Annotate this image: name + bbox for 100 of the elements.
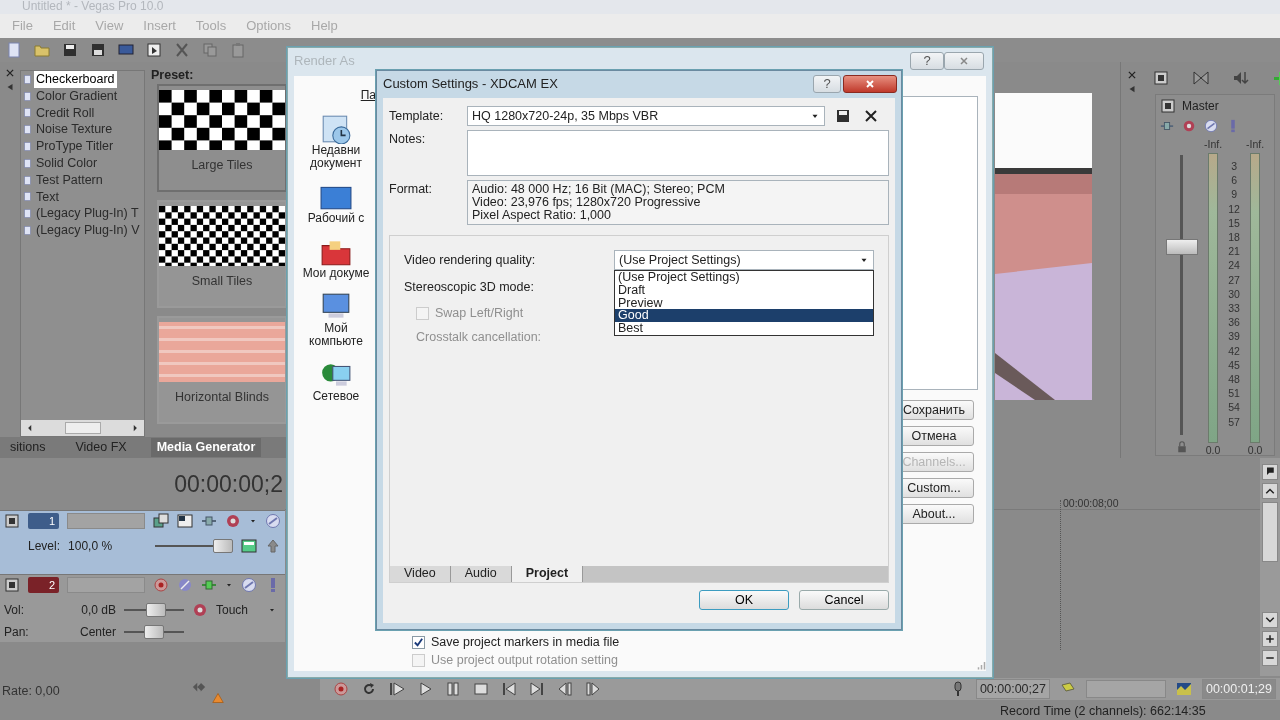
lock-icon[interactable] (1176, 441, 1188, 453)
slider-thumb[interactable] (213, 539, 233, 553)
fader-handle[interactable] (1166, 239, 1198, 256)
dock-tab[interactable]: Video FX (69, 438, 133, 457)
track-value: 100,0 % (68, 538, 114, 555)
help-button[interactable]: ? (813, 74, 841, 93)
track-menu-icon[interactable] (4, 513, 20, 529)
generator-item[interactable]: Solid Color (21, 155, 144, 172)
preset-label: Large Tiles (191, 157, 253, 174)
new-file-icon[interactable] (6, 42, 22, 58)
dock-tab[interactable]: sitions (4, 438, 52, 457)
go-to-end-icon[interactable] (528, 681, 546, 697)
dropdown-option[interactable]: Preview (615, 296, 873, 310)
speaker-icon[interactable] (1233, 70, 1249, 86)
generator-item[interactable]: Text (21, 188, 144, 206)
generator-item[interactable]: (Legacy Plug-In) T (21, 205, 144, 223)
record-icon[interactable] (153, 577, 169, 593)
slider-track[interactable] (154, 539, 233, 553)
go-to-start-icon[interactable] (500, 681, 518, 697)
plug-icon[interactable] (201, 513, 217, 529)
track-name-field[interactable] (67, 577, 145, 593)
layers-icon[interactable] (153, 513, 169, 529)
plug-icon[interactable] (1160, 119, 1174, 133)
phase-icon[interactable] (177, 577, 193, 593)
gear-icon[interactable] (192, 602, 208, 618)
meter-reading: 0.0 (1247, 442, 1263, 458)
record-icon[interactable] (332, 681, 350, 697)
track-name-field[interactable] (67, 513, 145, 529)
template-dropdown[interactable]: HQ 1280x720-24p, 35 Mbps VBR (467, 106, 825, 126)
notes-field[interactable] (467, 130, 889, 176)
slider-thumb[interactable] (146, 603, 166, 617)
horizontal-scrollbar[interactable] (21, 420, 144, 436)
scale-label: 48 (1227, 372, 1241, 387)
dropdown-option[interactable]: Best (615, 322, 873, 335)
dropdown-option[interactable]: Draft (615, 283, 873, 297)
preset-label: Preset: (151, 67, 195, 84)
save-icon[interactable] (62, 42, 78, 58)
bus-icon[interactable] (1160, 98, 1176, 114)
dock-tab[interactable]: Media Generator (150, 438, 262, 457)
tab[interactable]: Project (511, 566, 584, 582)
preset-card[interactable]: Horizontal Blinds (157, 316, 287, 424)
scroll-thumb[interactable] (1262, 502, 1278, 562)
bypass-icon[interactable] (265, 513, 281, 529)
render-icon[interactable] (118, 42, 134, 58)
preset-card[interactable]: Small Tiles (157, 200, 287, 308)
generator-item[interactable]: Color Gradient (21, 87, 144, 105)
help-button[interactable]: ? (910, 51, 944, 70)
slider-track[interactable] (124, 603, 184, 617)
mixer-icon[interactable] (1153, 70, 1169, 86)
next-frame-icon[interactable] (584, 681, 602, 697)
close-icon[interactable] (5, 68, 15, 78)
dropdown-option[interactable]: (Use Project Settings) (615, 271, 873, 284)
pause-icon[interactable] (444, 681, 462, 697)
dropdown-option[interactable]: Good (615, 309, 873, 323)
dialog-button[interactable]: Cancel (799, 590, 889, 610)
play-from-start-icon[interactable] (388, 681, 406, 697)
gear-icon[interactable] (225, 513, 241, 529)
automation-mode[interactable]: Touch (216, 601, 249, 619)
generator-item[interactable]: Noise Texture (21, 121, 144, 139)
previous-frame-icon[interactable] (556, 681, 574, 697)
captions-icon[interactable] (241, 538, 257, 554)
zoom-in-icon[interactable] (1264, 633, 1276, 645)
generator-item[interactable]: (Legacy Plug-In) V (21, 222, 144, 239)
close-icon[interactable] (1127, 70, 1137, 80)
stop-icon[interactable] (472, 681, 490, 697)
preset-label: Small Tiles (191, 273, 253, 290)
pin-icon[interactable] (1127, 84, 1137, 94)
marker-icon[interactable] (1264, 466, 1276, 478)
vertical-scrollbar[interactable] (1260, 458, 1280, 676)
format-line: Video: 23,976 fps; 1280x720 Progressive (472, 196, 702, 209)
slider-thumb[interactable] (144, 625, 164, 639)
generator-item[interactable]: Test Pattern (21, 171, 144, 189)
place-label: Мои докуме (302, 267, 370, 280)
delete-icon[interactable] (863, 108, 879, 124)
arrow-icon[interactable] (265, 538, 281, 554)
folder-icon[interactable] (34, 42, 50, 58)
gear-icon[interactable] (1182, 119, 1196, 133)
save-icon[interactable] (835, 108, 851, 124)
close-button[interactable] (843, 74, 897, 93)
dialog-button[interactable]: OK (699, 590, 789, 610)
generator-item[interactable]: Credit Roll (21, 104, 144, 122)
slider-track[interactable] (124, 625, 184, 639)
bypass-icon[interactable] (1204, 119, 1218, 133)
save-as-icon[interactable] (90, 42, 106, 58)
checkbox[interactable] (412, 635, 425, 649)
bypass-icon[interactable] (241, 577, 257, 593)
generator-item[interactable]: ProType Titler (21, 138, 144, 155)
bus-label: Master (1182, 98, 1219, 115)
quality-dropdown[interactable]: (Use Project Settings) (614, 250, 874, 270)
tab[interactable]: Video (390, 566, 451, 582)
bowtie-icon[interactable] (1193, 70, 1209, 86)
path-link[interactable]: Па (360, 76, 376, 112)
plug-icon[interactable] (201, 577, 217, 593)
tab[interactable]: Audio (450, 566, 512, 582)
track-menu-icon[interactable] (4, 577, 20, 593)
picture-in-picture-icon[interactable] (177, 513, 193, 529)
cut-icon[interactable] (174, 42, 190, 58)
preset-card[interactable]: Large Tiles (157, 84, 287, 192)
pin-icon[interactable] (5, 82, 15, 92)
properties-icon[interactable] (146, 42, 162, 58)
